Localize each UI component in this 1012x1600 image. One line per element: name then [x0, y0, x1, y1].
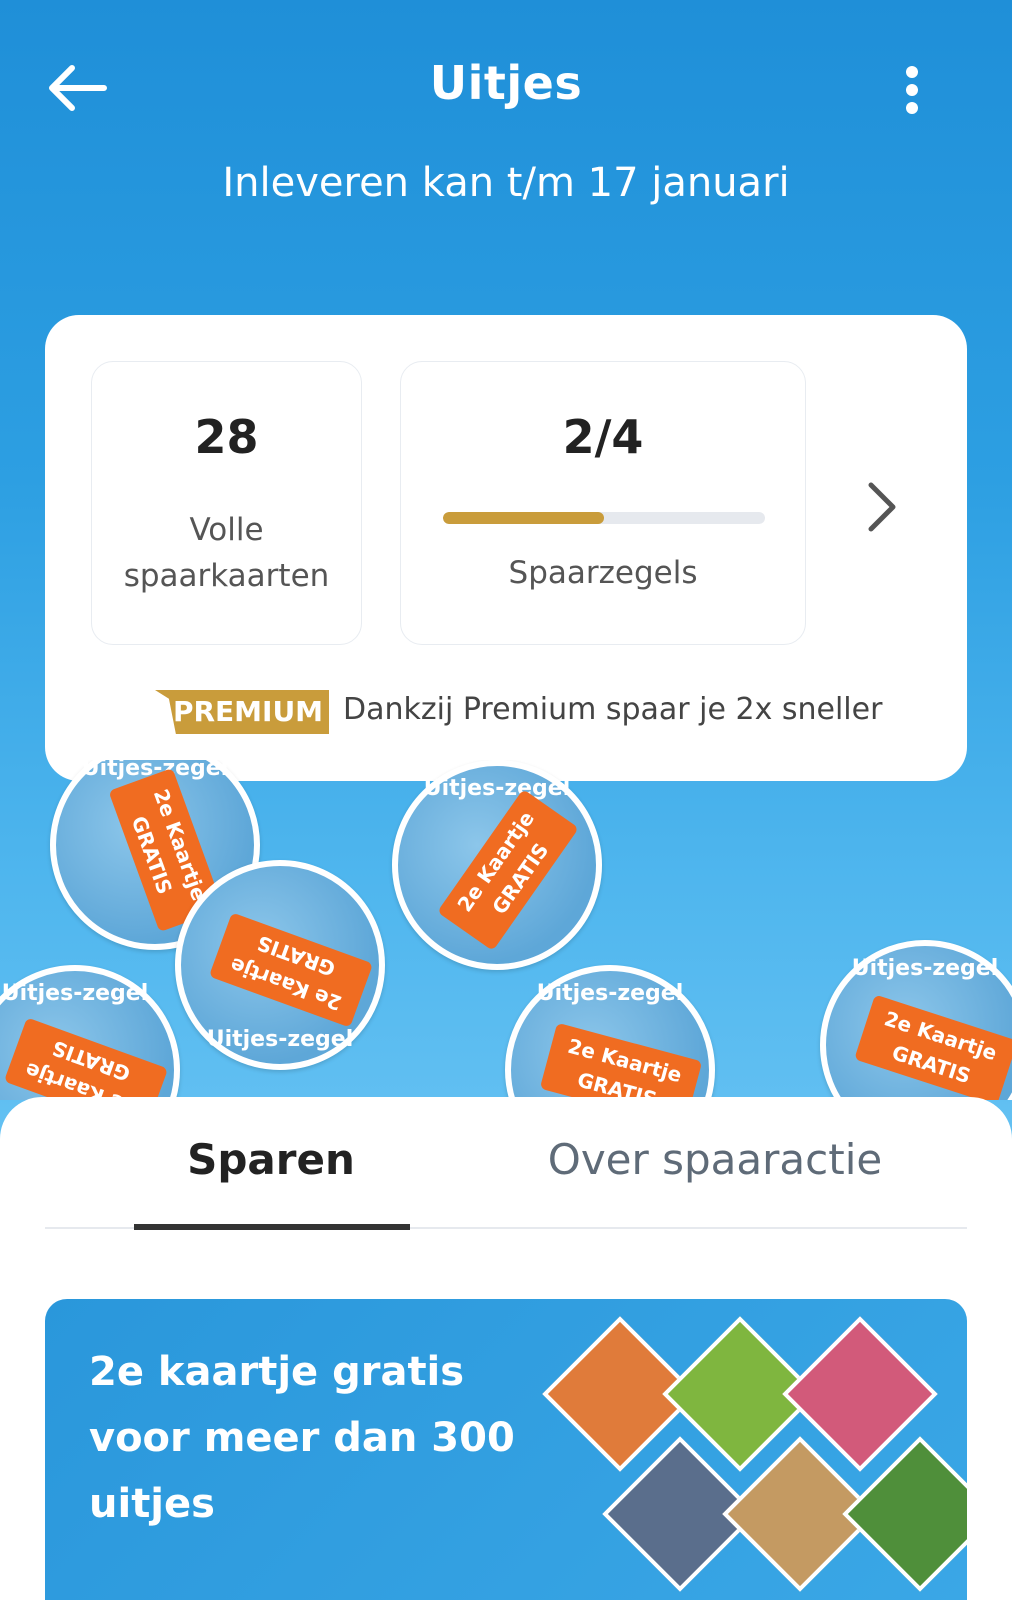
stamps-count: 2/4 [562, 410, 644, 464]
more-options-button[interactable] [892, 62, 932, 122]
active-tab-indicator [134, 1224, 410, 1230]
stamps-stat: 2/4 Spaarzegels [400, 361, 806, 645]
chevron-right-icon [868, 482, 896, 532]
sticker-ticket: 2e Kaartje GRATIS [208, 912, 374, 1028]
sticker-illustration: Uitjes-zegel 2e Kaartje GRATIS Uitjes-ze… [0, 760, 1012, 1100]
sticker-ticket: 2e Kaartje GRATIS [3, 1017, 169, 1100]
kebab-menu-icon [906, 66, 918, 114]
sticker: Uitjes-zegel 2e Kaartje GRATIS [175, 860, 385, 1070]
stamps-progress-bar [443, 512, 765, 524]
sticker-ring-text: Uitjes-zegel [423, 776, 571, 801]
stamps-progress-fill [443, 512, 604, 524]
sticker-ring-text: Uitjes-zegel [206, 1027, 354, 1052]
sticker-ticket: 2e Kaartje GRATIS [539, 1022, 703, 1100]
sticker-ticket: 2e Kaartje GRATIS [437, 789, 579, 951]
tab-bar: Sparen Over spaaractie [45, 1097, 967, 1230]
details-chevron-button[interactable] [851, 465, 911, 545]
sticker-ticket: 2e Kaartje GRATIS [854, 994, 1012, 1100]
attraction-photo-collage [535, 1316, 967, 1600]
sticker: Uitjes-zegel 2e Kaartje GRATIS [392, 760, 602, 970]
premium-text: Dankzij Premium spaar je 2x sneller [343, 692, 883, 727]
full-cards-stat: 28 Volle spaarkaarten [91, 361, 362, 645]
promo-headline: 2e kaartje gratis voor meer dan 300 uitj… [89, 1349, 515, 1527]
sticker: Uitjes-zegel 2e Kaartje GRATIS [820, 940, 1012, 1100]
sticker-ring-text: Uitjes-zegel [1, 981, 149, 1006]
content-sheet: Sparen Over spaaractie 2e kaartje gratis… [0, 1097, 1012, 1600]
sticker-ring-text: Uitjes-zegel [536, 981, 684, 1006]
tab-over-spaaractie[interactable]: Over spaaractie [545, 1135, 885, 1184]
tab-sparen[interactable]: Sparen [133, 1135, 409, 1184]
savings-summary-card[interactable]: 28 Volle spaarkaarten 2/4 Spaarzegels PR… [45, 315, 967, 781]
sticker-ring-text: Uitjes-zegel [851, 956, 999, 981]
app-header: Uitjes [0, 0, 1012, 140]
promo-banner[interactable]: 2e kaartje gratis voor meer dan 300 uitj… [45, 1299, 967, 1600]
premium-badge: PREMIUM [155, 690, 329, 734]
sticker: Uitjes-zegel 2e Kaartje GRATIS [0, 965, 180, 1100]
page-title: Uitjes [429, 56, 583, 110]
deadline-text: Inleveren kan t/m 17 januari [222, 160, 790, 206]
sticker: Uitjes-zegel 2e Kaartje GRATIS [505, 965, 715, 1100]
premium-row: PREMIUM Dankzij Premium spaar je 2x snel… [45, 690, 967, 740]
full-cards-count: 28 [194, 410, 259, 464]
stamps-label: Spaarzegels [508, 555, 698, 591]
full-cards-label: Volle spaarkaarten [123, 512, 330, 594]
